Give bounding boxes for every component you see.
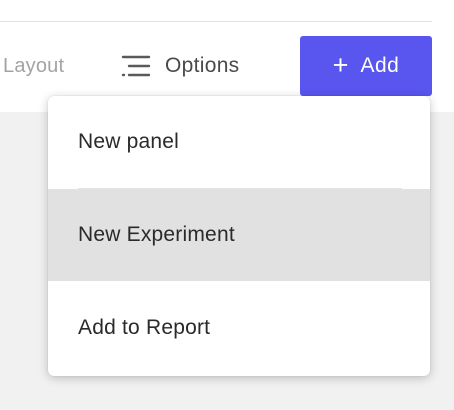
- add-button[interactable]: + Add: [300, 36, 432, 96]
- options-button[interactable]: Options: [121, 52, 239, 80]
- plus-icon: +: [332, 49, 349, 80]
- layout-button[interactable]: Layout: [3, 52, 64, 80]
- menu-item-new-panel[interactable]: New panel: [48, 96, 430, 188]
- toolbar-divider: [0, 21, 432, 22]
- options-label: Options: [165, 54, 240, 77]
- add-label: Add: [360, 54, 400, 77]
- menu-item-add-to-report[interactable]: Add to Report: [48, 282, 430, 374]
- menu-item-new-experiment[interactable]: New Experiment: [48, 189, 430, 281]
- filter-lines-icon: [121, 54, 151, 78]
- add-dropdown-menu: New panel New Experiment Add to Report: [48, 96, 430, 376]
